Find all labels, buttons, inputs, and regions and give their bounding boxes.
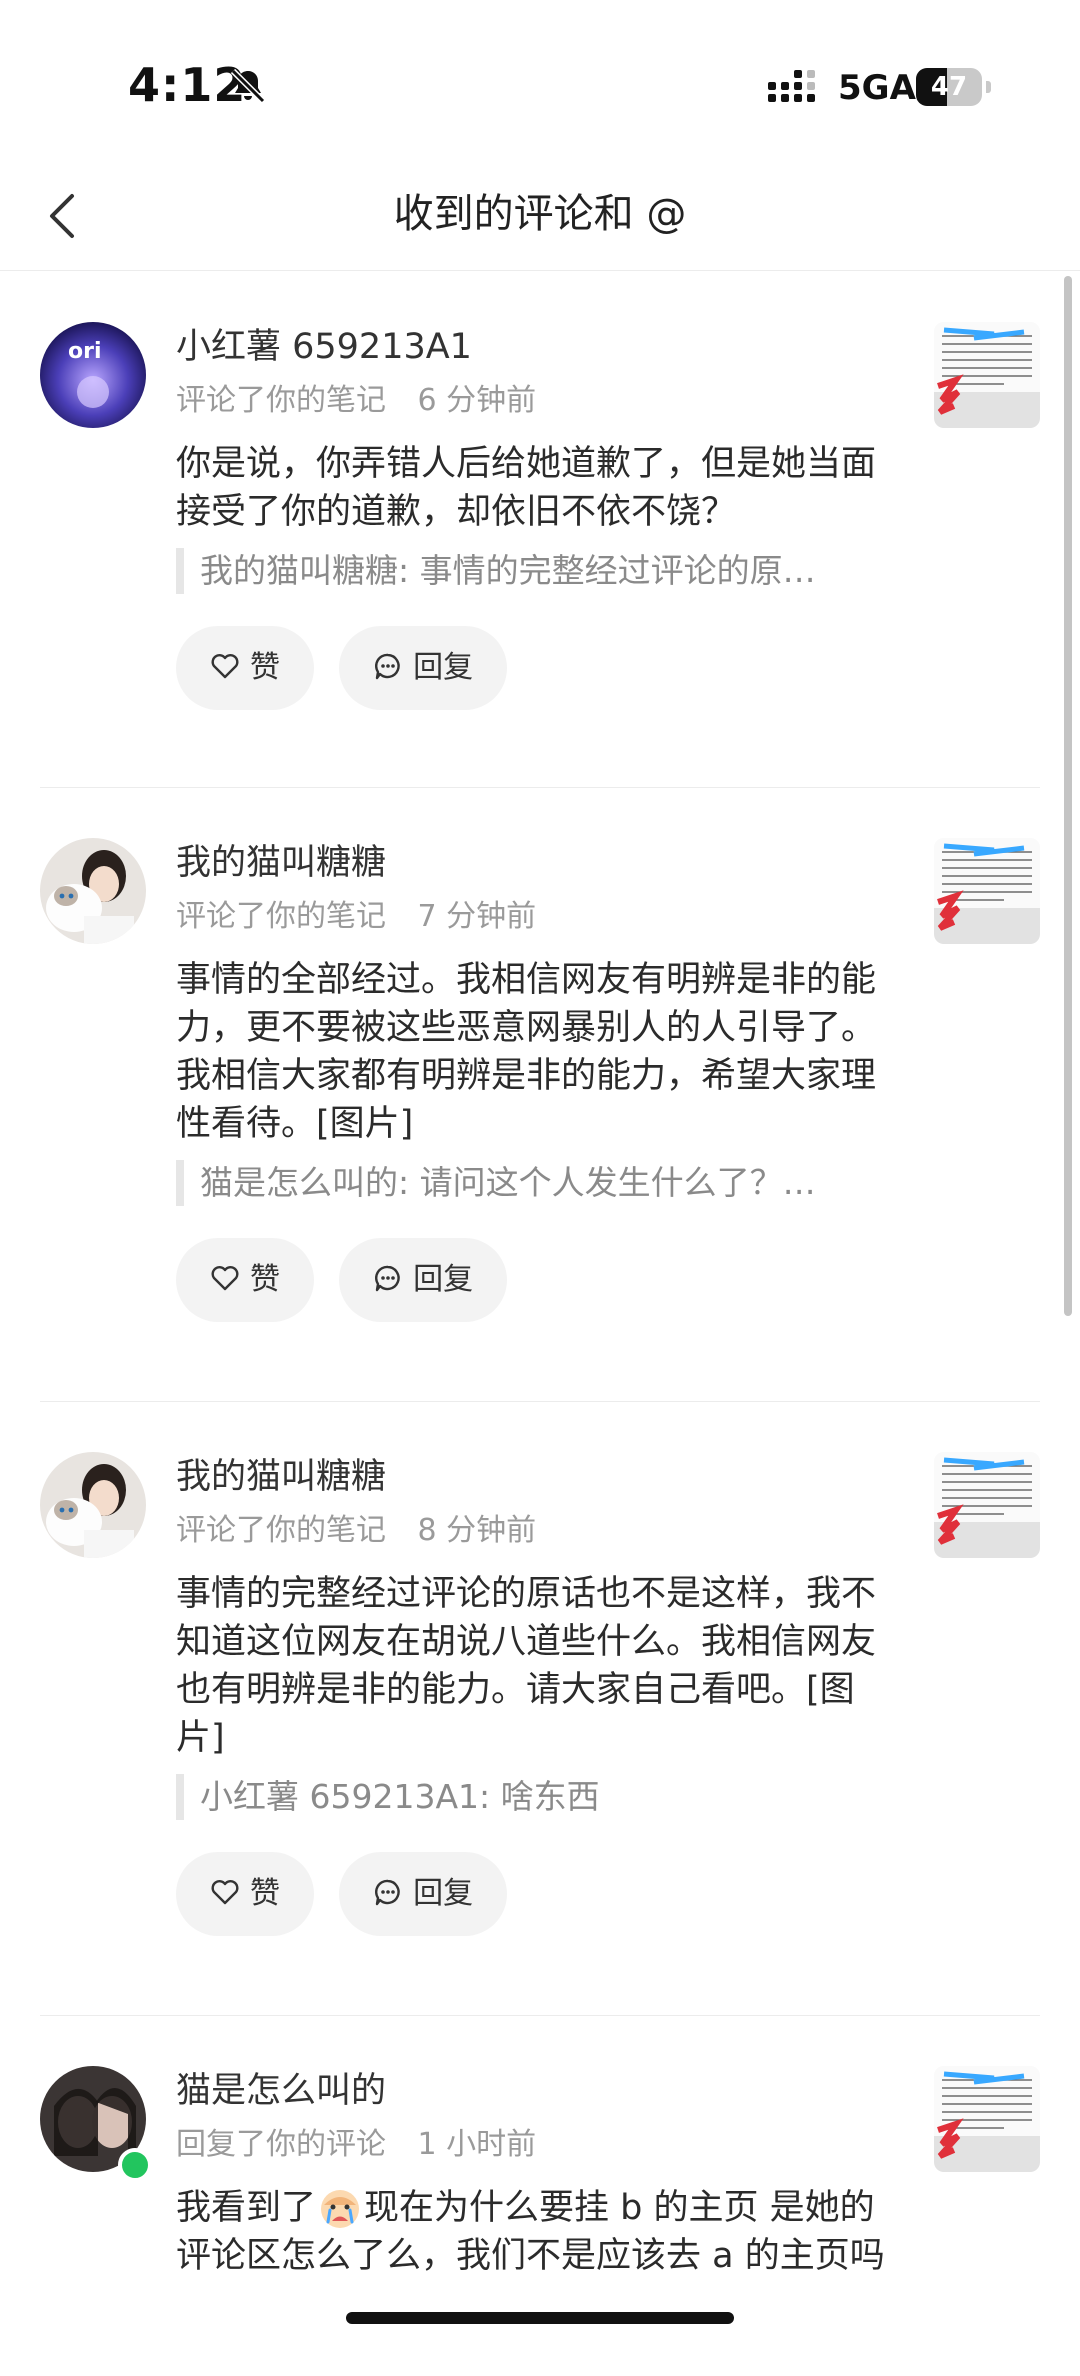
note-thumbnail[interactable] xyxy=(934,322,1040,428)
username[interactable]: 猫是怎么叫的 xyxy=(176,2066,896,2116)
comment-text[interactable]: 我看到了 现在为什么要挂 b 的主页 是她的评论区怎么了么，我们不是应该去 a 的… xyxy=(176,2184,896,2280)
nav-bar: 收到的评论和 @ xyxy=(0,160,1080,271)
signal-icon xyxy=(768,70,815,102)
crying-face-emoji xyxy=(321,2190,360,2228)
reply-button[interactable]: 回复 xyxy=(339,626,508,710)
action-label: 评论了你的笔记 xyxy=(176,1513,386,1548)
heart-icon xyxy=(211,1880,239,1905)
notification-list: ori 小红薯 659213A1 评论了你的笔记 6 分钟前 你是说，你弄错人后… xyxy=(0,272,1080,2376)
reply-label: 回复 xyxy=(413,1262,474,1297)
chat-bubble-icon xyxy=(375,653,400,680)
reply-button[interactable]: 回复 xyxy=(339,1852,508,1936)
reply-label: 回复 xyxy=(413,1876,474,1911)
comment-meta: 评论了你的笔记 7 分钟前 xyxy=(176,896,896,938)
avatar[interactable]: ori xyxy=(40,322,146,428)
chat-bubble-icon xyxy=(375,1879,400,1906)
heart-icon xyxy=(211,654,239,679)
like-button[interactable]: 赞 xyxy=(176,626,314,710)
reply-button[interactable]: 回复 xyxy=(339,1238,508,1322)
action-label: 评论了你的笔记 xyxy=(176,899,386,934)
bell-slash-icon xyxy=(230,68,266,104)
comment-text[interactable]: 事情的全部经过。我相信网友有明辨是非的能力，更不要被这些恶意网暴别人的人引导了。… xyxy=(176,956,896,1148)
comment-text[interactable]: 事情的完整经过评论的原话也不是这样，我不知道这位网友在胡说八道些什么。我相信网友… xyxy=(176,1570,896,1762)
quoted-comment[interactable]: 小红薯 659213A1: 啥东西 xyxy=(176,1774,896,1820)
quoted-comment[interactable]: 猫是怎么叫的: 请问这个人发生什么了？… xyxy=(176,1160,896,1206)
battery-indicator: 47 xyxy=(916,68,991,106)
comment-meta: 评论了你的笔记 6 分钟前 xyxy=(176,380,896,422)
comment-actions: 赞 回复 xyxy=(176,1852,896,1936)
page-title: 收到的评论和 @ xyxy=(393,191,687,237)
avatar[interactable] xyxy=(40,838,146,944)
note-thumbnail[interactable] xyxy=(934,1452,1040,1558)
avatar[interactable] xyxy=(40,1452,146,1558)
username[interactable]: 小红薯 659213A1 xyxy=(176,322,896,372)
like-label: 赞 xyxy=(250,650,280,685)
comment-text[interactable]: 你是说，你弄错人后给她道歉了，但是她当面接受了你的道歉，却依旧不依不饶？ xyxy=(176,440,896,536)
network-label: 5GA xyxy=(838,68,916,108)
action-label: 评论了你的笔记 xyxy=(176,383,386,418)
like-button[interactable]: 赞 xyxy=(176,1852,314,1936)
note-thumbnail[interactable] xyxy=(934,2066,1040,2172)
like-label: 赞 xyxy=(250,1262,280,1297)
like-button[interactable]: 赞 xyxy=(176,1238,314,1322)
svg-text:ori: ori xyxy=(68,339,102,364)
quoted-comment[interactable]: 我的猫叫糖糖: 事情的完整经过评论的原… xyxy=(176,548,896,594)
online-status-dot xyxy=(118,2148,152,2182)
action-label: 回复了你的评论 xyxy=(176,2127,386,2162)
timestamp: 8 分钟前 xyxy=(417,1513,537,1548)
note-thumbnail[interactable] xyxy=(934,838,1040,944)
status-bar: 4:12 5GA 47 xyxy=(0,0,1080,160)
timestamp: 6 分钟前 xyxy=(417,383,537,418)
timestamp: 1 小时前 xyxy=(417,2127,537,2162)
like-label: 赞 xyxy=(250,1876,280,1911)
comment-actions: 赞 回复 xyxy=(176,626,896,710)
home-indicator[interactable] xyxy=(346,2312,734,2324)
list-item[interactable]: 我的猫叫糖糖 评论了你的笔记 7 分钟前 事情的全部经过。我相信网友有明辨是非的… xyxy=(0,788,1080,1402)
chat-bubble-icon xyxy=(375,1265,400,1292)
timestamp: 7 分钟前 xyxy=(417,899,537,934)
comment-text-part: 我看到了 xyxy=(176,2188,317,2228)
comment-meta: 评论了你的笔记 8 分钟前 xyxy=(176,1510,896,1552)
username[interactable]: 我的猫叫糖糖 xyxy=(176,838,896,888)
list-item[interactable]: 我的猫叫糖糖 评论了你的笔记 8 分钟前 事情的完整经过评论的原话也不是这样，我… xyxy=(0,1402,1080,2016)
heart-icon xyxy=(211,1266,239,1291)
battery-percent: 47 xyxy=(930,72,968,102)
comment-meta: 回复了你的评论 1 小时前 xyxy=(176,2124,896,2166)
comment-actions: 赞 回复 xyxy=(176,1238,896,1322)
username[interactable]: 我的猫叫糖糖 xyxy=(176,1452,896,1502)
list-item[interactable]: ori 小红薯 659213A1 评论了你的笔记 6 分钟前 你是说，你弄错人后… xyxy=(0,272,1080,788)
reply-label: 回复 xyxy=(413,650,474,685)
